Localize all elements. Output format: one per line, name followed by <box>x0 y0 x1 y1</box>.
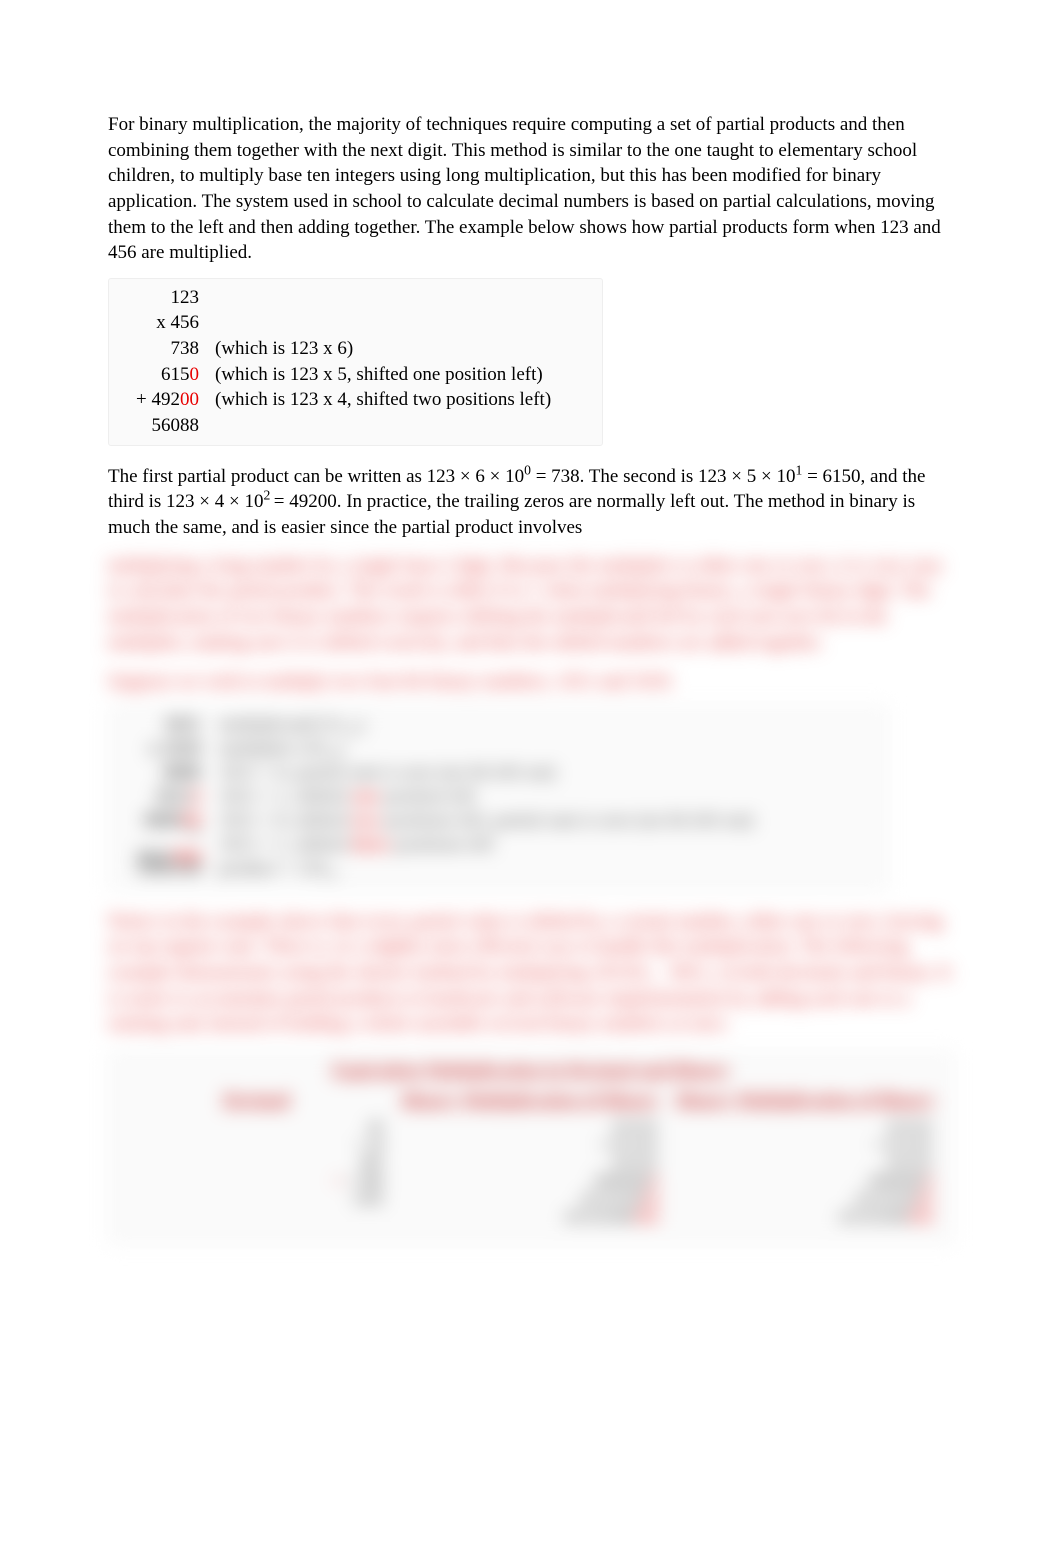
calc-row: 6150 (which is 123 x 5, shifted one posi… <box>119 362 592 388</box>
calc-value: 738 <box>119 336 199 362</box>
blurred-locked-content: multiplying a long number by a single ba… <box>108 553 954 1245</box>
intro-paragraph: For binary multiplication, the majority … <box>108 112 954 266</box>
calc-description: (which is 123 x 5, shifted one position … <box>199 362 543 388</box>
blurred-table-col: 101101 × 011101 101101 00000000 10110100… <box>394 1113 669 1229</box>
calc-row: 56088 <box>119 413 592 439</box>
calc-value: 6150 <box>119 362 199 388</box>
blurred-paragraph: Suppose we wish to multiply two four-bit… <box>108 669 954 695</box>
calc-value: x 456 <box>119 310 199 336</box>
trailing-zero: 0 <box>190 364 200 385</box>
calc-row: 738 (which is 123 x 6) <box>119 336 592 362</box>
calc-description: (which is 123 x 6) <box>199 336 353 362</box>
decimal-multiplication-example: 123 x 456 738 (which is 123 x 6) 6150 (w… <box>108 278 603 446</box>
blurred-table-col: 101101 × 011101 101101 00000000 10110100… <box>668 1113 943 1229</box>
calc-row: + 49200 (which is 123 x 4, shifted two p… <box>119 387 592 413</box>
calc-value: 123 <box>119 285 199 311</box>
calc-row: 123 <box>119 285 592 311</box>
calc-value: + 49200 <box>119 387 199 413</box>
calc-row: x 456 <box>119 310 592 336</box>
blurred-binary-example: 1011multiplicand (11₁₀) x 1010multiplier… <box>108 705 888 891</box>
blurred-table-header: Decimal Binary Multiplication of Binary … <box>119 1088 943 1114</box>
blurred-paragraph: Notice in the example above that every p… <box>108 909 954 1037</box>
trailing-zero: 00 <box>180 389 199 410</box>
blurred-table-col: 45 × 29 405 + + 900 1305 <box>119 1113 394 1229</box>
calc-result: 56088 <box>119 413 199 439</box>
blurred-paragraph: multiplying a long number by a single ba… <box>108 553 954 656</box>
calc-description: (which is 123 x 4, shifted two positions… <box>199 387 551 413</box>
superscript: 0 <box>524 462 531 477</box>
superscript: 2 <box>264 488 274 503</box>
explanation-paragraph: The first partial product can be written… <box>108 464 954 541</box>
blurred-comparison-table: Equivalent Multiplication in Decimal and… <box>108 1051 954 1244</box>
blurred-table-title: Equivalent Multiplication in Decimal and… <box>119 1058 943 1084</box>
